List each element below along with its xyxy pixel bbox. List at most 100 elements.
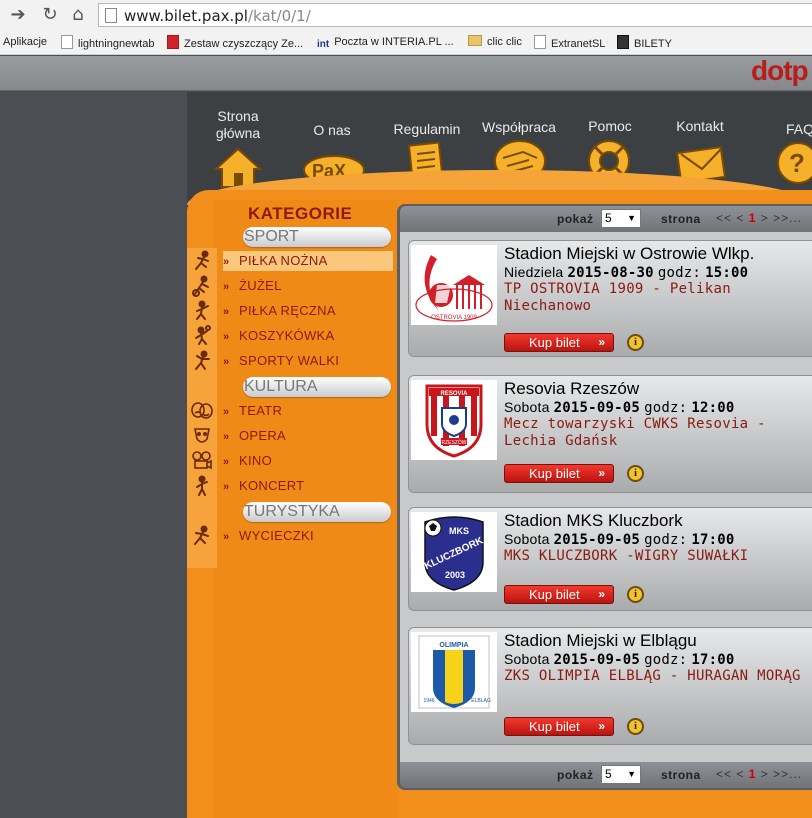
categories-title: KATEGORIE	[248, 204, 353, 223]
event-time-label: godz:	[657, 265, 702, 281]
event-venue: Stadion Miejski w Ostrowie Wlkp.	[504, 244, 755, 263]
chevron-right-icon: »	[223, 256, 230, 268]
event-title[interactable]: MKS KLUCZBORK -WIGRY SUWAŁKI	[504, 548, 812, 565]
page-size-select[interactable]: 5 ▼	[601, 209, 641, 228]
nav-help[interactable]: Pomoc	[582, 118, 638, 135]
bookmark-zestaw[interactable]: Zestaw czyszczący Ze...	[167, 35, 303, 51]
opera-mask-icon	[194, 428, 210, 443]
bookmark-extranetsl[interactable]: ExtranetSL	[534, 35, 605, 51]
home-icon[interactable]: ⌂	[66, 3, 90, 27]
event-title[interactable]: ZKS OLIMPIA ELBLĄG - HURAGAN MORĄG	[504, 668, 812, 685]
chevron-right-icon: »	[598, 335, 605, 349]
nav-home[interactable]: Strona główna	[205, 108, 271, 142]
category-item-kino[interactable]: » KINO	[223, 451, 272, 471]
event-title[interactable]: TP OSTROVIA 1909 - Pelikan Niechanowo	[504, 281, 812, 315]
category-label: PIŁKA RĘCZNA	[239, 303, 336, 318]
olimpia-logo-left-text: 1946	[423, 698, 434, 704]
page-nav: << < 1 > >>...	[716, 767, 802, 781]
event-card: OSTROVIA 1909 Stadion Miejski w Ostrowie…	[408, 240, 812, 357]
browser-toolbar: ➔ ↻ ⌂ www.bilet.pax.pl/kat/0/1/	[0, 0, 812, 30]
category-item-zuzel[interactable]: » ŻUŻEL	[223, 276, 282, 296]
bookmark-bilety[interactable]: BILETY	[617, 35, 672, 51]
category-label: SPORTY WALKI	[239, 353, 340, 368]
bookmark-label: Poczta w INTERIA.PL ...	[334, 36, 454, 48]
reload-icon[interactable]: ↻	[38, 3, 62, 27]
info-icon[interactable]: i	[627, 465, 644, 482]
event-time-label: godz:	[644, 652, 688, 668]
category-item-sporty-walki[interactable]: » SPORTY WALKI	[223, 351, 339, 371]
category-group-kultura[interactable]: KULTURA	[243, 377, 391, 397]
nav-cooperation[interactable]: Współpraca	[476, 119, 562, 136]
bookmark-label: clic clic	[487, 36, 522, 48]
back-arrow-icon[interactable]: ➔	[6, 3, 30, 27]
nav-contact-label: Kontakt	[676, 118, 724, 134]
page-nav: << < 1 > >>...	[716, 211, 802, 225]
prev-page-link[interactable]: << <	[716, 211, 744, 225]
concert-singer-icon	[196, 475, 208, 496]
nav-rules-label: Regulamin	[393, 121, 461, 137]
resovia-logo: RESOVIA RZESZÓW	[411, 380, 497, 460]
chevron-right-icon: »	[223, 281, 230, 293]
buy-ticket-button[interactable]: Kup bilet »	[504, 585, 614, 604]
address-bar[interactable]: www.bilet.pax.pl/kat/0/1/	[98, 3, 812, 27]
bookmark-clic-clic[interactable]: clic clic	[468, 35, 522, 51]
chevron-right-icon: »	[223, 306, 230, 318]
kluczbork-logo-top-text: MKS	[449, 526, 469, 536]
prev-page-link[interactable]: << <	[716, 767, 744, 781]
event-day: Niedziela	[504, 264, 564, 280]
buy-ticket-button[interactable]: Kup bilet »	[504, 464, 614, 483]
category-label: PIŁKA NOŻNA	[239, 253, 328, 268]
page-icon	[534, 35, 546, 49]
bookmark-label: ExtranetSL	[551, 38, 606, 50]
category-item-koncert[interactable]: » KONCERT	[223, 476, 304, 496]
category-label: KONCERT	[239, 478, 305, 493]
category-group-sport[interactable]: SPORT	[243, 227, 391, 247]
page-size-label: pokaż	[557, 768, 594, 782]
nav-rules[interactable]: Regulamin	[388, 121, 466, 138]
current-page[interactable]: 1	[749, 211, 757, 225]
page-size-select[interactable]: 5 ▼	[601, 765, 641, 784]
page-left-background	[0, 92, 187, 818]
nav-about[interactable]: O nas	[302, 122, 362, 139]
category-item-teatr[interactable]: » TEATR	[223, 401, 282, 421]
chevron-right-icon: »	[223, 456, 230, 468]
page-size-label: pokaż	[557, 212, 594, 226]
chevron-right-icon: »	[223, 531, 230, 543]
info-icon[interactable]: i	[627, 718, 644, 735]
nav-contact[interactable]: Kontakt	[666, 118, 734, 135]
event-date-value: 2015-08-30	[567, 265, 654, 281]
buy-ticket-button[interactable]: Kup bilet »	[504, 717, 614, 736]
category-item-pilka-nozna[interactable]: » PIŁKA NOŻNA	[223, 251, 393, 271]
question-icon[interactable]: ?	[776, 140, 812, 186]
info-icon[interactable]: i	[627, 334, 644, 351]
event-time-label: godz:	[644, 400, 688, 416]
category-group-turystyka[interactable]: TURYSTYKA	[243, 502, 391, 522]
next-page-link[interactable]: > >>...	[761, 211, 802, 225]
next-page-link[interactable]: > >>...	[761, 767, 802, 781]
bookmark-apps[interactable]: Aplikacje	[3, 35, 47, 51]
category-item-pilka-reczna[interactable]: » PIŁKA RĘCZNA	[223, 301, 336, 321]
buy-ticket-label: Kup bilet	[529, 587, 580, 602]
category-item-opera[interactable]: » OPERA	[223, 426, 286, 446]
bookmark-lightningnewtab[interactable]: lightningnewtab	[61, 35, 154, 51]
current-page[interactable]: 1	[749, 767, 757, 781]
page-size-value: 5	[605, 767, 612, 781]
martial-arts-icon	[195, 350, 210, 370]
event-date: Sobota 2015-09-05 godz: 17:00	[504, 651, 734, 668]
bookmark-interia[interactable]: int Poczta w INTERIA.PL ...	[317, 35, 454, 51]
event-date: Niedziela 2015-08-30 godz: 15:00	[504, 264, 748, 281]
category-item-wycieczki[interactable]: » WYCIECZKI	[223, 526, 314, 546]
event-card: OLIMPIA 1946 ELBLĄG Stadion Miejski w El…	[408, 627, 812, 745]
nav-home-label: Strona główna	[215, 108, 261, 141]
category-item-koszykowka[interactable]: » KOSZYKÓWKA	[223, 326, 334, 346]
event-card: RESOVIA RZESZÓW Resovia Rzeszów Sobota 2…	[408, 375, 812, 493]
event-title[interactable]: Mecz towarzyski CWKS Resovia - Lechia Gd…	[504, 416, 812, 450]
chevron-right-icon: »	[223, 406, 230, 418]
info-icon[interactable]: i	[627, 586, 644, 603]
category-label: OPERA	[239, 428, 287, 443]
chevron-right-icon: »	[598, 719, 605, 733]
nav-faq[interactable]: FAQ	[780, 121, 812, 138]
buy-ticket-button[interactable]: Kup bilet »	[504, 333, 614, 352]
url-host: www.bilet.pax.pl	[124, 7, 248, 25]
brand-logo[interactable]: dotp	[751, 55, 809, 87]
